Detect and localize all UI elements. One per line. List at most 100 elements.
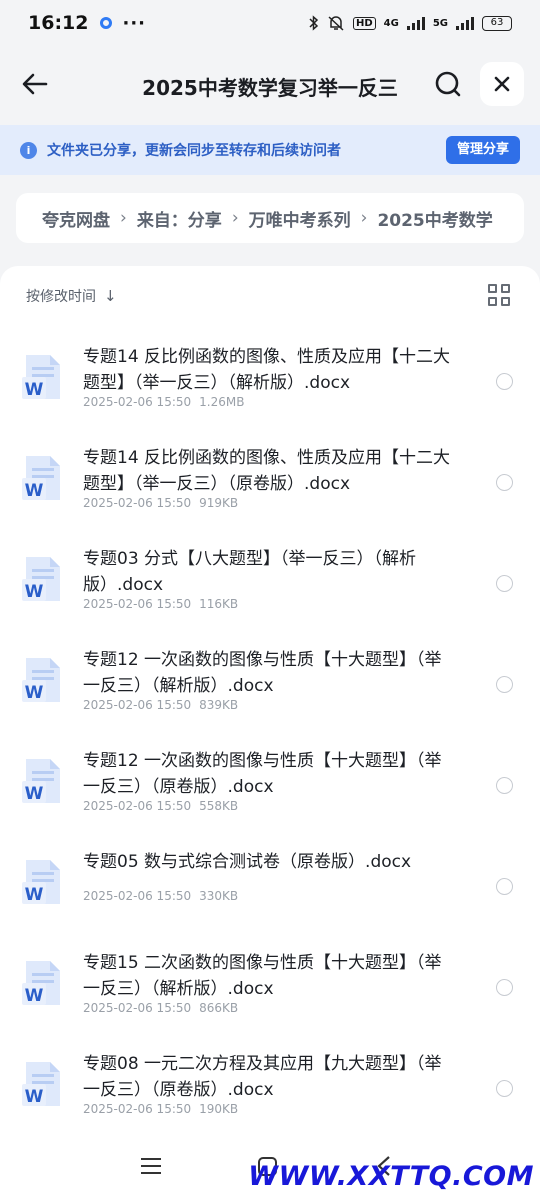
word-icon-letter: W xyxy=(25,683,44,703)
file-panel: 按修改时间 ↓ W 专题14 反比例函数的图像、性质及应用【十二大题型】（举一反三… xyxy=(0,266,540,1200)
file-list-item[interactable]: W 专题12 一次函数的图像与性质【十大题型】（举一反三）（解析版）.docx 20… xyxy=(0,641,540,742)
search-icon xyxy=(435,71,461,97)
sort-arrow-down-icon: ↓ xyxy=(104,287,117,305)
watermark-logo: WWW.XXTTQ.COM xyxy=(248,1161,534,1192)
select-radio[interactable] xyxy=(496,878,513,895)
search-button[interactable] xyxy=(430,66,466,102)
select-radio[interactable] xyxy=(496,1080,513,1097)
file-size: 1.26MB xyxy=(199,395,245,409)
grid-icon-cell xyxy=(501,297,510,306)
file-list-item[interactable]: W 专题15 二次函数的图像与性质【十大题型】（举一反三）（解析版）.docx 20… xyxy=(0,944,540,1045)
select-radio[interactable] xyxy=(496,676,513,693)
status-time: 16:12 xyxy=(28,12,89,34)
breadcrumb-separator-icon: › xyxy=(120,208,127,228)
file-date: 2025-02-06 15:50 xyxy=(83,1102,192,1116)
hd-voice-icon: HD xyxy=(352,16,376,30)
file-size: 558KB xyxy=(199,799,239,813)
file-size: 866KB xyxy=(199,1001,239,1015)
file-name: 专题12 一次函数的图像与性质【十大题型】（举一反三）（原卷版）.docx xyxy=(83,751,442,797)
file-name: 专题15 二次函数的图像与性质【十大题型】（举一反三）（解析版）.docx xyxy=(83,953,442,999)
select-radio[interactable] xyxy=(496,979,513,996)
file-meta: 2025-02-06 15:50 839KB xyxy=(83,698,238,712)
select-radio[interactable] xyxy=(496,474,513,491)
file-size: 190KB xyxy=(199,1102,239,1116)
word-doc-icon: W xyxy=(22,355,60,400)
file-meta: 2025-02-06 15:50 330KB xyxy=(83,889,238,903)
share-banner: i 文件夹已分享，更新会同步至转存和后续访问者 管理分享 xyxy=(0,125,540,175)
close-button[interactable] xyxy=(480,62,524,106)
file-name: 专题08 一元二次方程及其应用【九大题型】（举一反三）（原卷版）.docx xyxy=(83,1054,442,1100)
status-bar: 16:12 ··· HD 4G 5G 63 xyxy=(0,0,540,46)
mute-icon xyxy=(328,16,344,31)
file-name: 专题05 数与式综合测试卷（原卷版）.docx xyxy=(83,852,412,872)
info-icon: i xyxy=(20,141,37,159)
file-meta: 2025-02-06 15:50 190KB xyxy=(83,1102,238,1116)
file-name: 专题14 反比例函数的图像、性质及应用【十二大题型】（举一反三）（解析版）.do… xyxy=(83,347,451,393)
breadcrumb: 夸克网盘 › 来自：分享 › 万唯中考系列 › 2025中考数学 xyxy=(16,193,524,243)
breadcrumb-separator-icon: › xyxy=(231,208,239,228)
signal-icon-2 xyxy=(456,16,474,30)
file-date: 2025-02-06 15:50 xyxy=(83,1001,192,1015)
file-list-item[interactable]: W 专题05 数与式综合测试卷（原卷版）.docx 2025-02-06 15:50… xyxy=(0,843,540,944)
network-5g-label: 5G xyxy=(432,17,448,29)
file-name: 专题03 分式【八大题型】（举一反三）（解析版）.docx xyxy=(83,549,417,595)
file-meta: 2025-02-06 15:50 1.26MB xyxy=(83,395,244,409)
word-icon-letter: W xyxy=(25,481,44,501)
select-radio[interactable] xyxy=(496,373,513,390)
file-name: 专题14 反比例函数的图像、性质及应用【十二大题型】（举一反三）（原卷版）.do… xyxy=(83,448,451,494)
file-date: 2025-02-06 15:50 xyxy=(83,496,192,510)
system-nav-bar: WWW.XXTTQ.COM xyxy=(0,1140,540,1200)
app-notification-icon xyxy=(100,17,113,29)
file-list-item[interactable]: W 专题14 反比例函数的图像、性质及应用【十二大题型】（举一反三）（解析版）.d… xyxy=(0,338,540,439)
file-size: 116KB xyxy=(199,597,239,611)
file-name: 专题12 一次函数的图像与性质【十大题型】（举一反三）（解析版）.docx xyxy=(83,650,442,696)
file-meta: 2025-02-06 15:50 116KB xyxy=(83,597,238,611)
signal-icon-1 xyxy=(406,16,425,30)
file-list-item[interactable]: W 专题14 反比例函数的图像、性质及应用【十二大题型】（举一反三）（原卷版）.d… xyxy=(0,439,540,540)
word-doc-icon: W xyxy=(22,1062,60,1107)
word-icon-letter: W xyxy=(25,1087,44,1107)
share-banner-text: 文件夹已分享，更新会同步至转存和后续访问者 xyxy=(47,143,341,159)
top-header: 2025中考数学复习举一反三 xyxy=(0,60,540,110)
close-icon xyxy=(494,76,510,92)
file-list-item[interactable]: W 专题08 一元二次方程及其应用【九大题型】（举一反三）（原卷版）.docx 20… xyxy=(0,1045,540,1146)
grid-icon-cell xyxy=(488,297,497,306)
recent-apps-button[interactable] xyxy=(141,1158,161,1176)
word-doc-icon: W xyxy=(22,860,60,905)
file-date: 2025-02-06 15:50 xyxy=(83,698,192,712)
network-4g-label: 4G xyxy=(383,17,399,29)
breadcrumb-item-root[interactable]: 夸克网盘 xyxy=(42,206,110,231)
file-date: 2025-02-06 15:50 xyxy=(83,799,192,813)
file-date: 2025-02-06 15:50 xyxy=(83,597,192,611)
sort-label: 按修改时间 xyxy=(26,289,96,305)
file-size: 330KB xyxy=(199,889,239,903)
file-date: 2025-02-06 15:50 xyxy=(83,395,192,409)
word-icon-letter: W xyxy=(25,885,44,905)
manage-share-button[interactable]: 管理分享 xyxy=(445,136,520,164)
select-radio[interactable] xyxy=(496,777,513,794)
word-icon-letter: W xyxy=(25,582,44,602)
file-list-item[interactable]: W 专题03 分式【八大题型】（举一反三）（解析版）.docx 2025-02-06… xyxy=(0,540,540,641)
file-meta: 2025-02-06 15:50 919KB xyxy=(83,496,238,510)
word-doc-icon: W xyxy=(22,658,60,703)
breadcrumb-item-current[interactable]: 2025中考数学 xyxy=(377,206,492,231)
file-list: W 专题14 反比例函数的图像、性质及应用【十二大题型】（举一反三）（解析版）.d… xyxy=(0,338,540,1146)
battery-icon: 63 xyxy=(482,15,512,31)
grid-icon-cell xyxy=(501,284,510,293)
breadcrumb-item-series[interactable]: 万唯中考系列 xyxy=(249,206,351,231)
word-doc-icon: W xyxy=(22,456,60,501)
file-list-item[interactable]: W 专题12 一次函数的图像与性质【十大题型】（举一反三）（原卷版）.docx 20… xyxy=(0,742,540,843)
select-radio[interactable] xyxy=(496,575,513,592)
word-icon-letter: W xyxy=(25,784,44,804)
file-meta: 2025-02-06 15:50 558KB xyxy=(83,799,238,813)
word-icon-letter: W xyxy=(25,380,44,400)
grid-icon-cell xyxy=(488,284,497,293)
word-icon-letter: W xyxy=(25,986,44,1006)
word-doc-icon: W xyxy=(22,759,60,804)
sort-toggle[interactable]: 按修改时间 ↓ xyxy=(26,286,117,306)
breadcrumb-item-share[interactable]: 来自：分享 xyxy=(137,206,222,231)
grid-view-button[interactable] xyxy=(488,284,510,306)
file-date: 2025-02-06 15:50 xyxy=(83,889,192,903)
word-doc-icon: W xyxy=(22,961,60,1006)
word-doc-icon: W xyxy=(22,557,60,602)
